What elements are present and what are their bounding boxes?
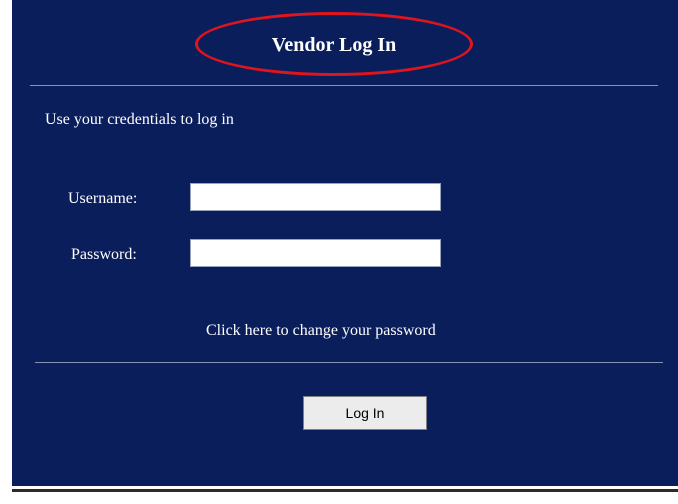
top-divider — [30, 85, 658, 86]
bottom-divider — [35, 362, 663, 363]
login-button[interactable]: Log In — [303, 396, 427, 430]
intro-text: Use your credentials to log in — [45, 111, 234, 128]
username-label: Username: — [68, 190, 138, 207]
username-input[interactable] — [190, 183, 441, 211]
title-area: Vendor Log In — [195, 12, 473, 76]
change-password-link[interactable]: Click here to change your password — [206, 322, 436, 340]
page-title: Vendor Log In — [271, 34, 397, 56]
password-input[interactable] — [190, 239, 441, 267]
password-label: Password: — [71, 246, 137, 263]
bottom-border — [12, 489, 678, 492]
